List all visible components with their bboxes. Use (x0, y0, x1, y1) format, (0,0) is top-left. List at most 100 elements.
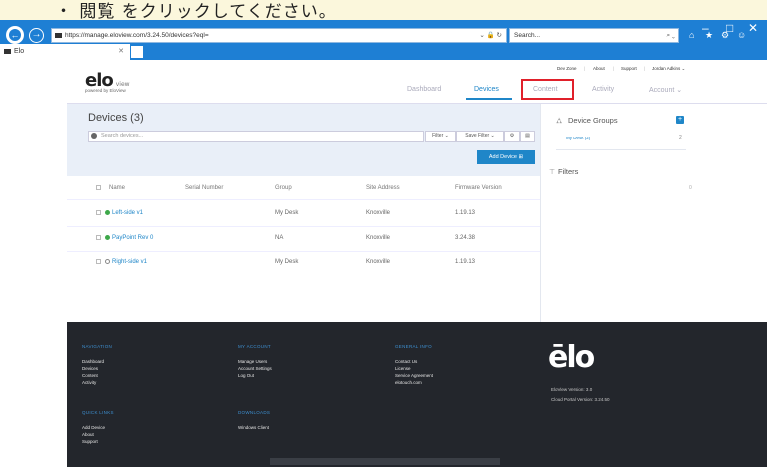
add-device-button[interactable]: Add Device ⊞ (477, 150, 535, 164)
nav-dashboard[interactable]: Dashboard (407, 86, 441, 93)
footer-link[interactable]: License (395, 365, 433, 372)
top-link-divider: | (613, 66, 615, 71)
serial-number-cell (184, 253, 224, 274)
footer-link[interactable]: Account Settings (238, 365, 272, 372)
footer-link[interactable]: About (82, 431, 105, 438)
instruction-text: ・ 閲覧 をクリックしてください。 (55, 2, 337, 22)
device-name-link[interactable]: Right-side v1 (112, 259, 147, 265)
footer-heading-quick-links: QUICK LINKS (82, 410, 114, 415)
tab-title: Elo (14, 48, 25, 55)
table-row[interactable]: Right-side v1 (96, 259, 147, 265)
row-checkbox[interactable] (96, 259, 101, 264)
nav-devices[interactable]: Devices (474, 86, 499, 93)
gear-icon[interactable]: ⚙ (721, 30, 729, 41)
save-filter-button[interactable]: Save Filter ⌄ (456, 131, 504, 142)
eloview-version: EloView Version: 3.0 (551, 387, 593, 392)
firmware-cell: 1.19.13 (455, 259, 476, 265)
status-online-icon (105, 235, 110, 240)
new-tab-button[interactable] (131, 46, 143, 58)
filters-title[interactable]: Filters (558, 167, 578, 176)
devices-title: Devices (3) (88, 112, 144, 124)
footer-link[interactable]: Windows Client (238, 424, 269, 431)
footer-link[interactable]: Manage Users (238, 358, 272, 365)
url-text: https://manage.eloview.com/3.24.50/devic… (65, 32, 209, 39)
row-divider (67, 226, 540, 227)
serial-number-cell (184, 202, 224, 223)
footer-link[interactable]: Content (82, 372, 104, 379)
nav-activity[interactable]: Activity (592, 86, 614, 93)
footer-link[interactable]: Add Device (82, 424, 105, 431)
browser-search-input[interactable]: Search... ⌕ ⌄ (509, 28, 679, 43)
search-icon[interactable]: ⌕ ⌄ (666, 29, 675, 42)
back-button[interactable]: ← (6, 26, 24, 44)
nav-account[interactable]: Account ⌄ (649, 86, 682, 94)
footer-link[interactable]: Dashboard (82, 358, 104, 365)
site-cell: Knoxville (366, 210, 391, 216)
footer-link[interactable]: Devices (82, 365, 104, 372)
tab-close-icon[interactable]: ✕ (118, 44, 124, 60)
footer-bottom-bar (270, 458, 500, 465)
site-cell: Knoxville (366, 235, 391, 241)
favicon-icon (55, 32, 62, 38)
content-highlight-box (521, 79, 574, 100)
top-link-divider: | (584, 66, 586, 71)
back-arrow-icon: ← (9, 29, 21, 41)
group-item-my-desk[interactable]: My Desk (2) (566, 137, 590, 141)
footer-link[interactable]: Log Out (238, 372, 272, 379)
column-header-firmware[interactable]: Firmware Version (455, 185, 502, 191)
group-cell: My Desk (275, 210, 299, 216)
export-document-icon[interactable]: ▤ (520, 131, 535, 142)
footer-heading-navigation: NAVIGATION (82, 344, 113, 349)
footer-quick-list: Add Device About Support (82, 424, 105, 445)
browser-tab[interactable]: Elo ✕ (0, 44, 130, 60)
footer-heading-downloads: DOWNLOADS (238, 410, 271, 415)
footer-heading-general-info: GENERAL INFO (395, 344, 432, 349)
close-button[interactable]: ✕ (748, 21, 758, 35)
address-bar[interactable]: https://manage.eloview.com/3.24.50/devic… (51, 28, 507, 43)
top-link-dev-zone[interactable]: Dev Zone (557, 66, 577, 71)
smiley-icon[interactable]: ☺ (737, 30, 746, 40)
footer-link[interactable]: elotouch.com (395, 379, 433, 386)
home-icon[interactable]: ⌂ (689, 30, 694, 40)
table-row[interactable]: PayPoint Rev 0 (96, 235, 153, 241)
footer-info-list: Contact Us License Service Agreement elo… (395, 358, 433, 386)
add-group-plus-icon[interactable]: + (676, 116, 684, 124)
row-checkbox[interactable] (96, 235, 101, 240)
top-link-about[interactable]: About (593, 66, 605, 71)
row-checkbox[interactable] (96, 210, 101, 215)
column-header-serial[interactable]: Serial Number (185, 185, 223, 191)
group-item-count: 2 (679, 135, 682, 141)
device-name-link[interactable]: PayPoint Rev 0 (112, 235, 153, 241)
filter-button[interactable]: Filter ⌄ (425, 131, 456, 142)
search-placeholder: Search... (514, 32, 541, 39)
footer-link[interactable]: Activity (82, 379, 104, 386)
column-header-name[interactable]: Name (109, 185, 125, 191)
column-header-site[interactable]: Site Address (366, 185, 400, 191)
active-nav-underline (466, 98, 512, 100)
serial-number-cell (184, 228, 224, 249)
footer-link[interactable]: Service Agreement (395, 372, 433, 379)
settings-gear-icon[interactable]: ⚙ (504, 131, 520, 142)
footer-link[interactable]: Support (82, 438, 105, 445)
select-all-checkbox[interactable] (96, 185, 105, 191)
table-row[interactable]: Left-side v1 (96, 210, 143, 216)
column-header-group[interactable]: Group (275, 185, 292, 191)
top-link-user[interactable]: Jordan Adkins ⌄ (652, 66, 685, 72)
device-search-input[interactable]: Search devices... (88, 131, 424, 142)
forward-button[interactable]: → (29, 28, 44, 43)
star-icon[interactable]: ★ (705, 30, 713, 41)
help-icon[interactable] (91, 133, 97, 139)
footer-account-list: Manage Users Account Settings Log Out (238, 358, 272, 379)
filters-count: 0 (689, 185, 692, 191)
logo-sub: view (115, 81, 130, 88)
device-name-link[interactable]: Left-side v1 (112, 210, 143, 216)
tab-favicon-icon (4, 48, 11, 54)
footer-elo-logo: ēlo (548, 340, 595, 375)
portal-version: Cloud Portal Version: 3.24.50 (551, 397, 610, 402)
firmware-cell: 3.24.38 (455, 235, 476, 241)
device-groups-title: Device Groups (568, 116, 618, 125)
filter-funnel-icon: ⊤ (549, 169, 556, 176)
footer-link[interactable]: Contact Us (395, 358, 433, 365)
row-divider (67, 251, 540, 252)
top-link-support[interactable]: Support (621, 66, 637, 71)
